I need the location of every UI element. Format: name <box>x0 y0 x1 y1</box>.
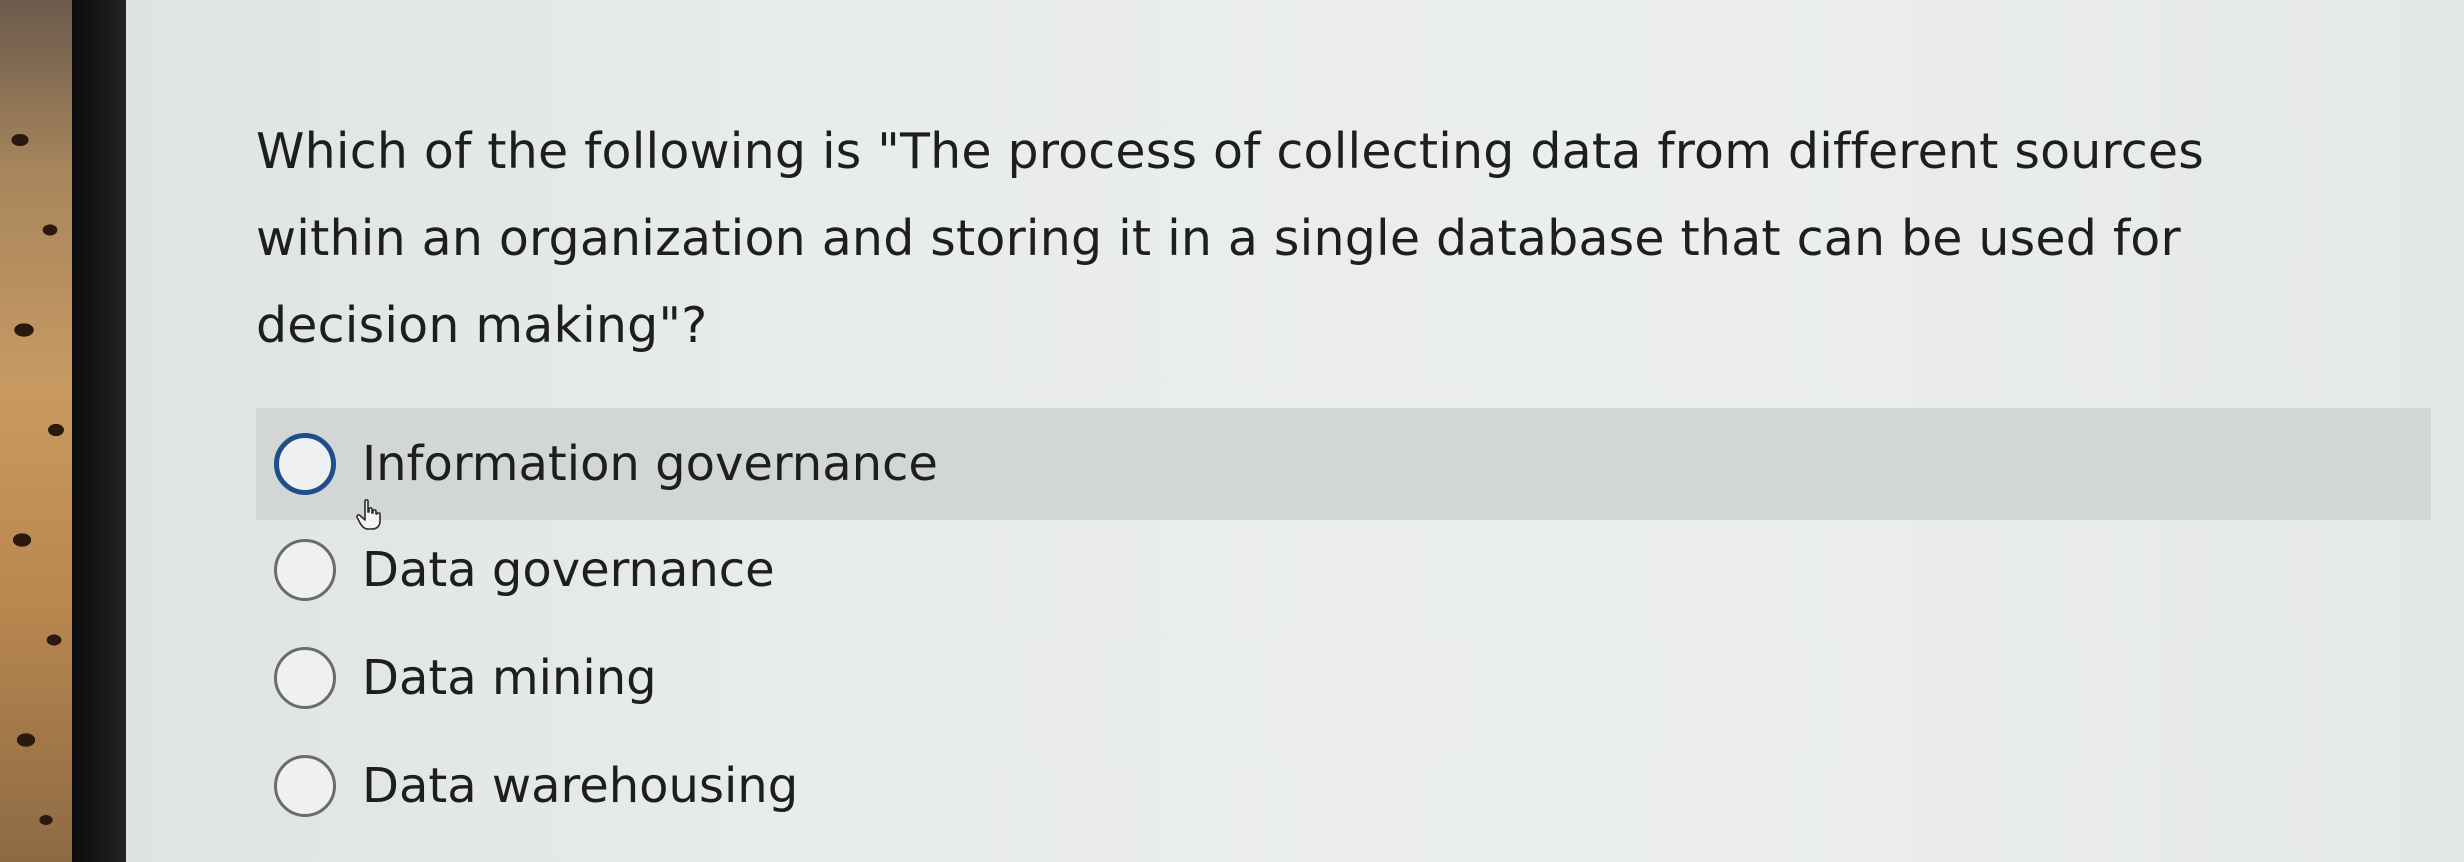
option-label: Information governance <box>362 436 938 492</box>
option-label: Data governance <box>362 542 775 598</box>
radio-button[interactable] <box>274 755 336 817</box>
option-data-governance[interactable]: Data governance <box>256 516 2431 624</box>
radio-button[interactable] <box>274 433 336 495</box>
option-label: Data warehousing <box>362 758 799 814</box>
answer-options: Information governance Data governance D… <box>256 408 2431 840</box>
background-fabric <box>0 0 80 862</box>
option-data-mining[interactable]: Data mining <box>256 624 2431 732</box>
option-information-governance[interactable]: Information governance <box>256 408 2431 520</box>
option-data-warehousing[interactable]: Data warehousing <box>256 732 2431 840</box>
radio-button[interactable] <box>274 647 336 709</box>
hand-pointer-icon <box>356 499 381 530</box>
option-label: Data mining <box>362 650 657 706</box>
question-text: Which of the following is "The process o… <box>256 123 2205 354</box>
radio-button[interactable] <box>274 539 336 601</box>
quiz-screen: Which of the following is "The process o… <box>126 0 2464 862</box>
laptop-bezel <box>72 0 132 862</box>
